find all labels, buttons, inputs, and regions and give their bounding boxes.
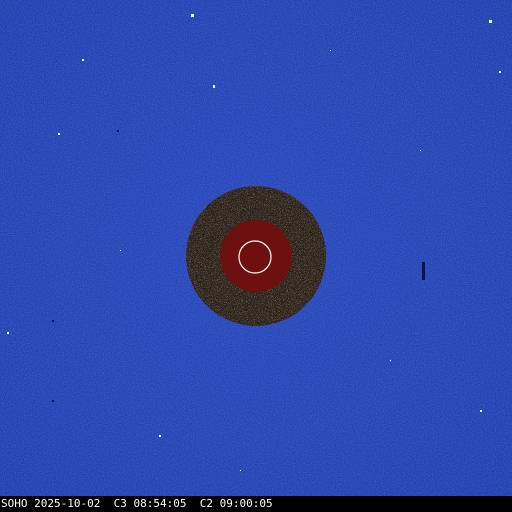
coronagraph-field [0, 0, 512, 496]
c2-time: 09:00:05 [219, 497, 273, 510]
mission-label: SOHO [1, 497, 28, 510]
c3-label: C3 [113, 497, 127, 510]
date-label: 2025-10-02 [34, 497, 101, 510]
c3-time: 08:54:05 [133, 497, 187, 510]
occulting-disk [220, 220, 292, 292]
c2-label: C2 [199, 497, 213, 510]
coronagraph-image [0, 0, 512, 496]
timestamp-caption: SOHO 2025-10-02 C3 08:54:05 C2 09:00:05 [0, 496, 512, 512]
